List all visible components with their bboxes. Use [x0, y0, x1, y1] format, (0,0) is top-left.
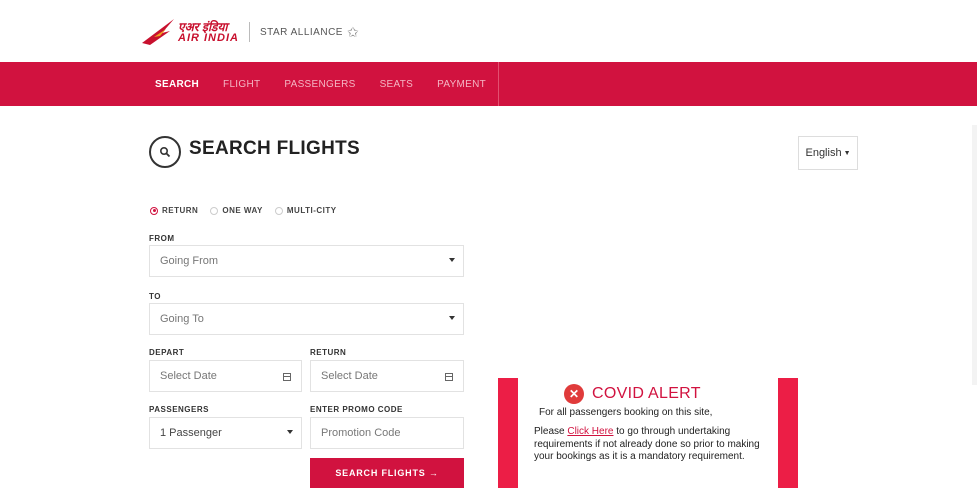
- trip-option-label: RETURN: [162, 206, 199, 215]
- logo-hindi-text: एअर इंडिया: [178, 19, 228, 34]
- depart-placeholder: Select Date: [160, 370, 217, 382]
- from-placeholder: Going From: [160, 255, 219, 267]
- trip-type-group: RETURN ONE WAY MULTI-CITY: [150, 206, 337, 215]
- swan-logo-icon: [140, 17, 176, 47]
- return-label: RETURN: [310, 348, 347, 357]
- star-icon: ✩: [346, 23, 360, 40]
- logo-divider: [248, 22, 250, 42]
- search-icon: [149, 136, 181, 168]
- page-title: SEARCH FLIGHTS: [189, 138, 360, 159]
- trip-option-one-way[interactable]: ONE WAY: [210, 206, 263, 215]
- return-placeholder: Select Date: [321, 370, 378, 382]
- from-label: FROM: [149, 234, 175, 243]
- radio-icon[interactable]: [274, 206, 283, 215]
- star-alliance-text: STAR ALLIANCE: [259, 26, 343, 38]
- language-select[interactable]: English ▼: [798, 136, 858, 170]
- covid-alert-body: Please Click Here to go through undertak…: [534, 426, 760, 462]
- header: एअर इंडिया AIR INDIA STAR ALLIANCE ✩: [0, 0, 977, 62]
- trip-option-return[interactable]: RETURN: [150, 206, 198, 215]
- close-icon[interactable]: ✕: [564, 384, 584, 404]
- radio-selected-icon[interactable]: [150, 206, 158, 215]
- promo-code-input[interactable]: Promotion Code: [310, 417, 464, 449]
- to-select[interactable]: Going To: [149, 303, 464, 335]
- trip-option-multi-city[interactable]: MULTI-CITY: [274, 206, 337, 215]
- nav-step-passengers[interactable]: PASSENGERS: [272, 62, 367, 106]
- calendar-icon[interactable]: [283, 373, 291, 381]
- chevron-down-icon: ▼: [843, 149, 851, 157]
- logo-english-text: AIR INDIA: [178, 31, 239, 44]
- trip-option-label: MULTI-CITY: [286, 206, 337, 215]
- promo-placeholder: Promotion Code: [321, 427, 401, 439]
- covid-click-here-link[interactable]: Click Here: [567, 426, 613, 437]
- to-label: TO: [149, 292, 161, 301]
- covid-alert-modal: ✕ COVID ALERT For all passengers booking…: [498, 378, 798, 488]
- to-placeholder: Going To: [160, 313, 204, 325]
- covid-alert-title: COVID ALERT: [592, 385, 701, 402]
- passengers-label: PASSENGERS: [149, 405, 209, 414]
- return-date-input[interactable]: Select Date: [310, 360, 464, 392]
- promo-label: ENTER PROMO CODE: [310, 405, 403, 414]
- radio-icon[interactable]: [210, 206, 219, 215]
- depart-label: DEPART: [149, 348, 185, 357]
- language-label: English: [805, 147, 842, 159]
- depart-date-input[interactable]: Select Date: [149, 360, 302, 392]
- passengers-value: 1 Passenger: [160, 427, 222, 439]
- caret-down-icon: [449, 316, 455, 320]
- caret-down-icon: [449, 258, 455, 262]
- calendar-icon[interactable]: [445, 373, 453, 381]
- air-india-logo[interactable]: एअर इंडिया AIR INDIA STAR ALLIANCE ✩: [140, 16, 359, 48]
- passengers-select[interactable]: 1 Passenger: [149, 417, 302, 449]
- star-alliance-logo: STAR ALLIANCE ✩: [260, 24, 359, 41]
- from-select[interactable]: Going From: [149, 245, 464, 277]
- trip-option-label: ONE WAY: [222, 206, 263, 215]
- nav-step-search[interactable]: SEARCH: [143, 62, 211, 106]
- search-flights-button[interactable]: SEARCH FLIGHTS →: [310, 458, 464, 488]
- booking-steps-nav: SEARCH FLIGHT PASSENGERS SEATS PAYMENT: [0, 62, 977, 106]
- caret-down-icon: [287, 430, 293, 434]
- nav-divider: [498, 62, 500, 106]
- nav-step-seats[interactable]: SEATS: [368, 62, 426, 106]
- nav-step-payment[interactable]: PAYMENT: [425, 62, 498, 106]
- covid-alert-intro: For all passengers booking on this site,: [539, 407, 713, 418]
- nav-step-flight[interactable]: FLIGHT: [211, 62, 272, 106]
- page-edge-divider: [972, 125, 977, 385]
